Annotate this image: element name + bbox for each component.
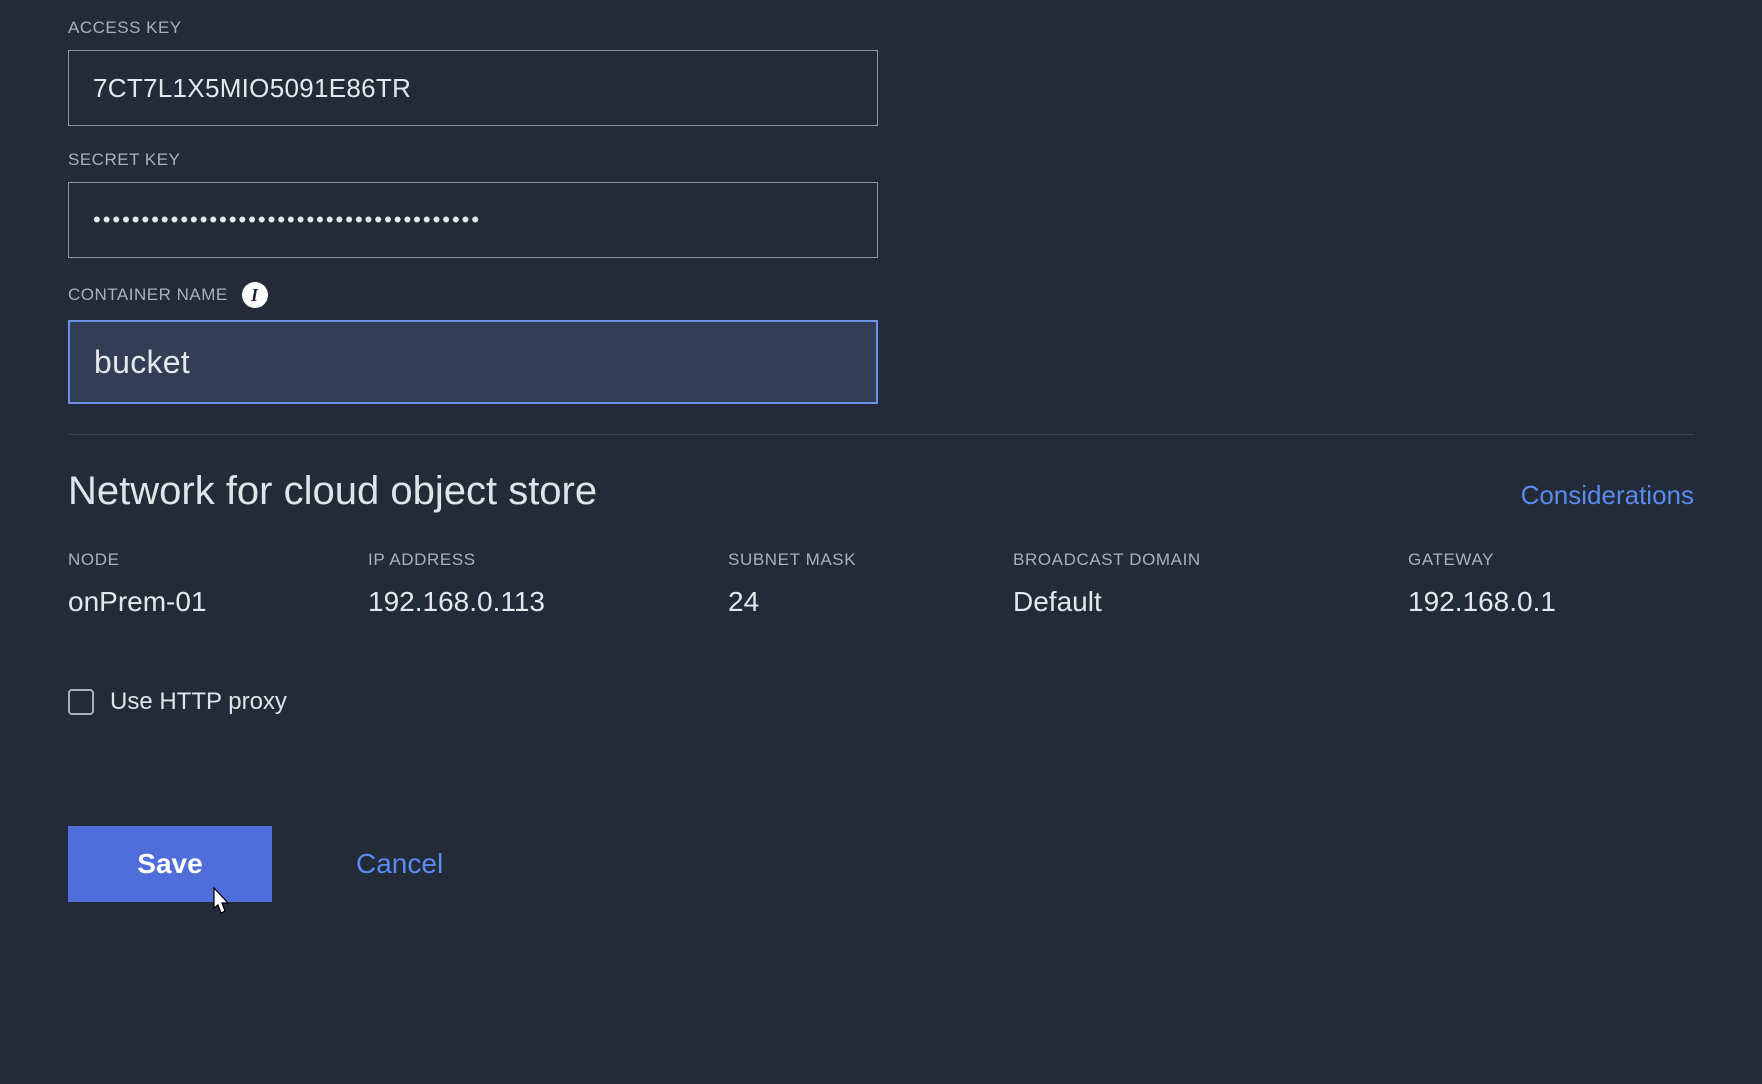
td-domain: Default <box>1013 586 1398 618</box>
th-mask: Subnet Mask <box>728 550 1003 570</box>
secret-key-input[interactable] <box>68 182 878 258</box>
container-name-group: Container Name i <box>68 282 878 404</box>
td-mask: 24 <box>728 586 1003 618</box>
save-button[interactable]: Save <box>68 826 272 902</box>
container-name-label: Container Name <box>68 285 228 305</box>
network-section-title: Network for cloud object store <box>68 469 597 514</box>
td-ip: 192.168.0.113 <box>368 586 718 618</box>
access-key-group: Access Key <box>68 18 878 126</box>
use-http-proxy-checkbox[interactable] <box>68 689 94 715</box>
network-table: Node onPrem-01 IP Address 192.168.0.113 … <box>68 550 1694 618</box>
th-node: Node <box>68 550 358 570</box>
th-gateway: Gateway <box>1408 550 1668 570</box>
td-gateway: 192.168.0.1 <box>1408 586 1668 618</box>
access-key-input[interactable] <box>68 50 878 126</box>
secret-key-group: Secret Key <box>68 150 878 258</box>
th-ip: IP Address <box>368 550 718 570</box>
use-http-proxy-label: Use HTTP proxy <box>110 688 287 716</box>
info-icon[interactable]: i <box>242 282 268 308</box>
secret-key-label: Secret Key <box>68 150 878 170</box>
considerations-link[interactable]: Considerations <box>1521 480 1694 511</box>
section-divider <box>68 434 1694 435</box>
td-node: onPrem-01 <box>68 586 358 618</box>
container-name-input[interactable] <box>68 320 878 404</box>
th-domain: Broadcast Domain <box>1013 550 1398 570</box>
access-key-label: Access Key <box>68 18 878 38</box>
cancel-button[interactable]: Cancel <box>356 848 443 880</box>
